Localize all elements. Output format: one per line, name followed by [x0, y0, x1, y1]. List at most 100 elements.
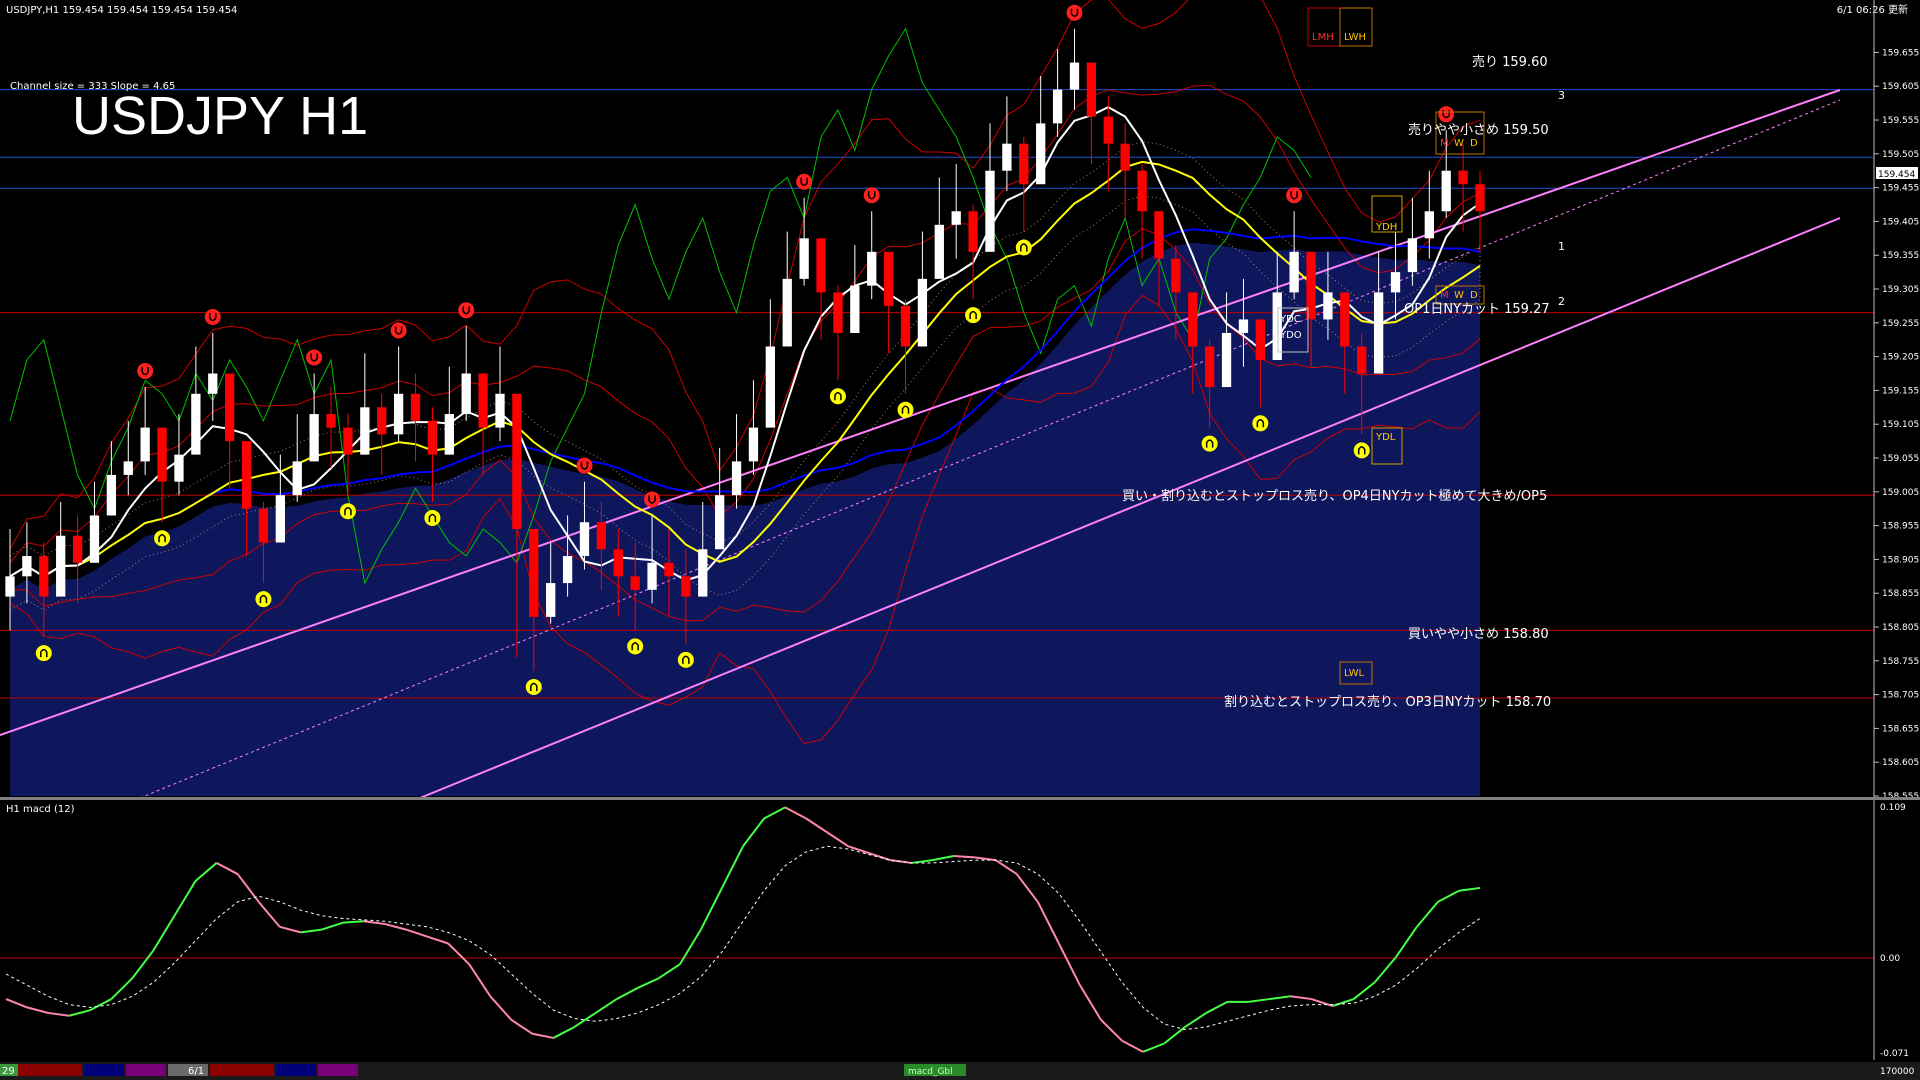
sell-signal-marker: [458, 302, 475, 319]
sell-signal-marker: [1438, 106, 1455, 123]
candle-body: [1002, 143, 1012, 171]
channel-label-1: 1: [1558, 240, 1565, 253]
candle-body: [1036, 123, 1046, 185]
candle-body: [461, 373, 471, 415]
candle-body: [292, 461, 302, 496]
candle-body: [1103, 116, 1113, 144]
candle-body: [1019, 143, 1029, 185]
candle-body: [478, 373, 488, 428]
candle-body: [1154, 211, 1164, 259]
candle-body: [22, 556, 32, 577]
box-ydo: YDO: [1279, 330, 1302, 341]
candle-body: [951, 211, 961, 225]
candle-body: [410, 393, 421, 421]
box-d-top: D: [1470, 138, 1478, 149]
y-tick-label: 158.655: [1882, 724, 1919, 734]
candle-body: [934, 224, 944, 279]
candle-body: [191, 393, 201, 455]
candle-body: [698, 549, 708, 597]
candle-body: [1137, 170, 1147, 212]
box-m-top: M: [1440, 138, 1449, 149]
y-tick-label: 159.605: [1882, 82, 1919, 92]
buy-signal-marker: [525, 678, 542, 695]
candle-body: [56, 535, 66, 597]
candle-body: [529, 528, 539, 617]
macd-tick-top: 0.109: [1880, 803, 1906, 813]
candle-body: [1475, 184, 1485, 212]
candle-body: [630, 576, 640, 590]
buy-signal-marker: [1353, 442, 1370, 459]
candle-body: [546, 583, 556, 617]
candle-body: [664, 562, 674, 577]
sell-signal-marker: [1066, 4, 1083, 21]
buy-signal-marker: [154, 530, 171, 547]
candle-body: [1357, 346, 1367, 374]
candle-body: [1323, 292, 1333, 320]
y-tick-label: 158.855: [1882, 589, 1919, 599]
sell-signal-marker: [306, 349, 323, 366]
candle-body: [579, 522, 590, 557]
candle-body: [343, 427, 353, 455]
buy-signal-marker: [627, 638, 644, 655]
box-lmh: LMH: [1312, 32, 1334, 43]
label-buy-3: 割り込むとストップロス売り、OP3日NYカット 158.70: [1224, 694, 1551, 710]
buy-signal-marker: [677, 651, 694, 668]
box-ydh: YDH: [1375, 222, 1397, 233]
buy-signal-marker: [424, 509, 441, 526]
buy-signal-marker: [35, 645, 52, 662]
volume-label: 170000: [1880, 1067, 1915, 1077]
box-w-top: W: [1454, 138, 1464, 149]
date-mid: 6/1: [188, 1066, 204, 1077]
label-sell-1: 売り 159.60: [1472, 54, 1548, 70]
candle-body: [275, 495, 285, 543]
panel-separator[interactable]: [0, 797, 1920, 800]
candle-body: [39, 556, 49, 597]
channel-label-3: 3: [1558, 89, 1565, 102]
y-tick-label: 159.505: [1882, 150, 1919, 160]
candle-body: [495, 393, 505, 428]
box-d-bot: D: [1470, 290, 1478, 301]
candle-body: [883, 251, 894, 306]
y-tick-label: 159.055: [1882, 454, 1919, 464]
candle-body: [140, 427, 150, 462]
label-buy-2: 買いやや小さめ 158.80: [1408, 627, 1549, 642]
macd-label: H1 macd (12): [6, 804, 75, 815]
buy-signal-marker: [965, 307, 982, 324]
candle-body: [1441, 170, 1451, 212]
candle-body: [985, 170, 995, 252]
candle-body: [596, 522, 607, 550]
candle-body: [1390, 272, 1401, 293]
candle-body: [816, 238, 826, 293]
candle-body: [326, 414, 336, 428]
buy-signal-marker: [829, 388, 846, 405]
y-tick-label: 159.005: [1882, 488, 1919, 498]
candle-body: [89, 515, 100, 563]
macd-tab-label: macd_Gbl: [908, 1067, 953, 1077]
candle-body: [377, 407, 387, 435]
buy-signal-marker: [1201, 435, 1218, 452]
candle-body: [1407, 238, 1418, 273]
box-lwl: LWL: [1344, 668, 1365, 679]
candle-body: [799, 238, 809, 279]
sell-signal-marker: [863, 187, 880, 204]
candle-body: [1086, 62, 1097, 117]
candle-body: [850, 285, 860, 333]
y-tick-label: 159.405: [1882, 217, 1919, 227]
candle-body: [444, 414, 454, 455]
macd-tick-bottom: -0.071: [1880, 1049, 1909, 1059]
candle-body: [748, 427, 759, 462]
candle-body: [225, 373, 235, 442]
update-time: 6/1 06:26 更新: [1837, 3, 1908, 16]
candle-body: [562, 556, 573, 584]
channel-label-2: 2: [1558, 295, 1565, 308]
candle-body: [968, 211, 978, 252]
box-lwh: LWH: [1344, 32, 1366, 43]
label-sell-2: 売りやや小さめ 159.50: [1408, 122, 1549, 138]
y-tick-label: 158.705: [1882, 691, 1919, 701]
candle-body: [123, 461, 133, 475]
candle-body: [1052, 89, 1063, 124]
macd-line-segment: [342, 920, 365, 924]
candle-body: [241, 441, 252, 509]
y-tick-label: 159.455: [1882, 184, 1919, 194]
candle-body: [106, 474, 117, 516]
